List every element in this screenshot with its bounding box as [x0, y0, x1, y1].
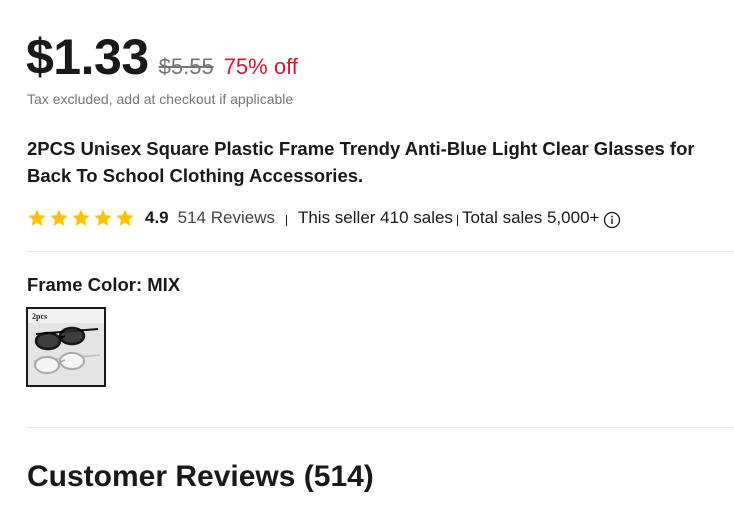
seller-sales: This seller 410 sales: [297, 208, 453, 227]
glasses-thumbnail: 2pcs: [28, 309, 104, 385]
star-icon: [72, 209, 90, 226]
original-price: $5.55: [158, 54, 214, 79]
product-title: 2PCS Unisex Square Plastic Frame Trendy …: [27, 138, 695, 186]
section-divider: [27, 251, 733, 252]
frame-color-label: Frame Color: MIX: [27, 274, 181, 295]
rating-value: 4.9: [145, 208, 169, 227]
tax-note: Tax excluded, add at checkout if applica…: [27, 91, 294, 107]
current-price: $1.33: [26, 29, 149, 85]
info-icon[interactable]: [603, 211, 621, 229]
discount-badge: 75% off: [223, 54, 298, 79]
reviews-link[interactable]: 514 Reviews: [178, 208, 275, 228]
star-icon: [28, 209, 46, 226]
total-sales: Total sales 5,000+: [461, 208, 600, 227]
rating-stars: [27, 208, 135, 228]
section-divider: [27, 427, 733, 428]
divider-bar: [456, 214, 458, 226]
customer-reviews-heading: Customer Reviews (514): [27, 460, 374, 493]
star-icon: [116, 209, 134, 226]
star-icon: [50, 209, 68, 226]
thumbnail-label: 2pcs: [32, 312, 47, 321]
divider-bar: [285, 214, 287, 226]
price-row: $1.33 $5.55 75% off: [26, 32, 298, 88]
color-option-mix[interactable]: 2pcs: [26, 307, 106, 387]
rating-row: 4.9 514 Reviews This seller 410 sales To…: [27, 206, 621, 230]
star-icon: [94, 209, 112, 226]
